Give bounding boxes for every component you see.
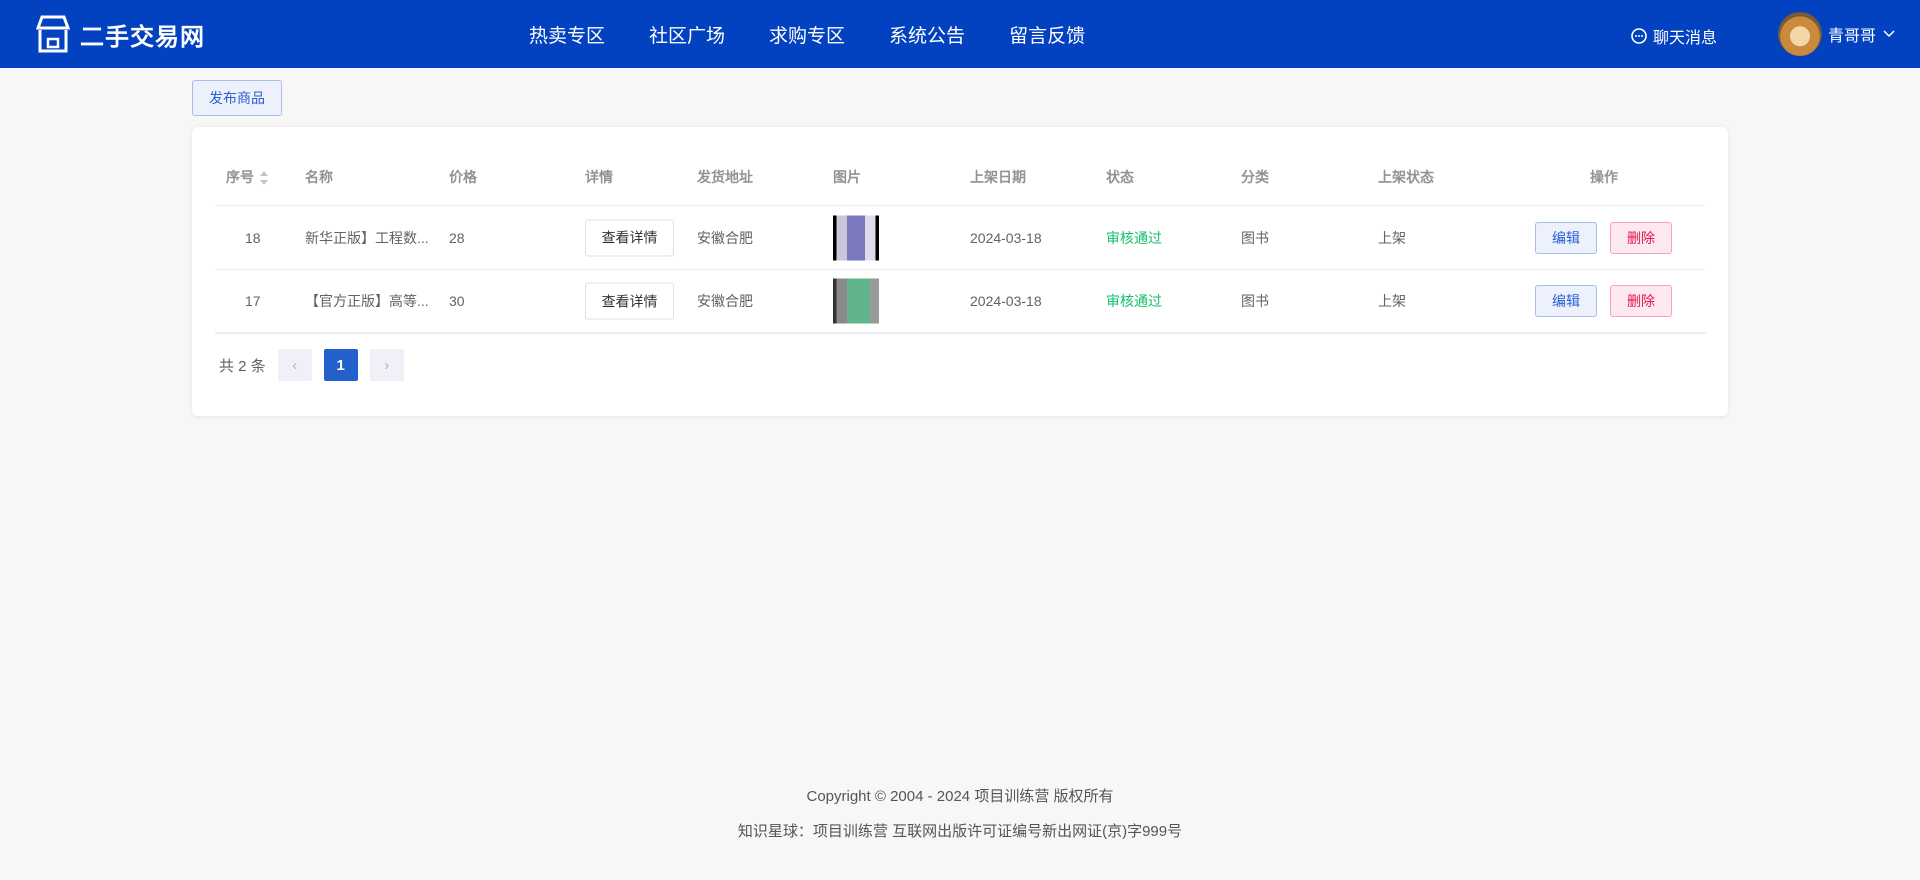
row-price: 28 [449, 229, 465, 246]
col-id-header[interactable]: 序号 [226, 167, 268, 187]
top-nav-bar: 二手交易网 热卖专区 社区广场 求购专区 系统公告 留言反馈 聊天消息 青哥哥 [0, 0, 1920, 68]
page-1-button[interactable]: 1 [323, 349, 358, 381]
table-header: 序号 名称 价格 详情 发货地址 图片 上架日期 状态 分类 上架状态 操作 [215, 149, 1706, 206]
col-id-label: 序号 [226, 169, 254, 185]
col-category-header: 分类 [1241, 169, 1269, 185]
col-image-header: 图片 [833, 169, 861, 185]
col-detail-header: 详情 [585, 169, 613, 185]
total-count: 共 2 条 [219, 357, 266, 375]
site-name: 二手交易网 [80, 23, 205, 51]
row-name: 新华正版】工程数... [305, 229, 429, 246]
row-name: 【官方正版】高等... [305, 293, 429, 309]
chevron-down-icon [1883, 30, 1895, 38]
nav-feedback[interactable]: 留言反馈 [1009, 21, 1085, 48]
view-detail-button[interactable]: 查看详情 [585, 219, 674, 256]
footer-license: 知识星球：项目训练营 互联网出版许可证编号新出网证(京)字999号 [737, 823, 1183, 840]
col-shelf-header: 上架状态 [1378, 169, 1434, 185]
col-name-header: 名称 [305, 169, 333, 185]
row-address: 安徽合肥 [697, 229, 753, 246]
footer-copyright: Copyright © 2004 - 2024 项目训练营 版权所有 [806, 788, 1114, 805]
user-menu[interactable]: 青哥哥 [1778, 12, 1896, 56]
store-icon [35, 15, 71, 53]
row-category: 图书 [1241, 229, 1269, 246]
col-price-header: 价格 [449, 169, 477, 185]
edit-button[interactable]: 编辑 [1535, 221, 1597, 254]
col-address-header: 发货地址 [697, 169, 753, 185]
row-status: 审核通过 [1106, 229, 1162, 246]
row-price: 30 [449, 293, 465, 309]
row-shelf-status: 上架 [1378, 293, 1406, 309]
main-nav: 热卖专区 社区广场 求购专区 系统公告 留言反馈 [529, 0, 1085, 68]
col-date-header: 上架日期 [970, 169, 1026, 185]
next-page-button[interactable]: › [369, 349, 404, 381]
col-actions-header: 操作 [1590, 169, 1618, 185]
delete-button[interactable]: 删除 [1610, 285, 1672, 317]
row-shelf-status: 上架 [1378, 229, 1406, 246]
logo[interactable]: 二手交易网 [34, 14, 205, 54]
table-row: 17 【官方正版】高等... 30 查看详情 安徽合肥 2024-03-18 审… [215, 270, 1706, 334]
col-status-header: 状态 [1106, 169, 1134, 185]
item-thumbnail[interactable] [833, 215, 879, 260]
row-date: 2024-03-18 [970, 293, 1042, 309]
row-category: 图书 [1241, 293, 1269, 309]
row-id: 18 [245, 229, 261, 246]
sort-icon[interactable] [260, 171, 268, 186]
items-table: 序号 名称 价格 详情 发货地址 图片 上架日期 状态 分类 上架状态 操作 1… [215, 149, 1706, 334]
chat-messages-link[interactable]: 聊天消息 [1630, 24, 1717, 48]
edit-button[interactable]: 编辑 [1535, 285, 1597, 317]
delete-button[interactable]: 删除 [1610, 221, 1672, 254]
nav-wanted[interactable]: 求购专区 [769, 21, 845, 48]
nav-announcements[interactable]: 系统公告 [889, 21, 965, 48]
items-card: 序号 名称 价格 详情 发货地址 图片 上架日期 状态 分类 上架状态 操作 1… [192, 127, 1728, 416]
nav-community[interactable]: 社区广场 [649, 21, 725, 48]
pagination: 共 2 条 ‹ 1 › [219, 349, 404, 381]
row-date: 2024-03-18 [970, 229, 1042, 246]
row-id: 17 [245, 293, 261, 309]
user-name: 青哥哥 [1828, 28, 1877, 45]
table-row: 18 新华正版】工程数... 28 查看详情 安徽合肥 2024-03-18 审… [215, 206, 1706, 270]
publish-item-button[interactable]: 发布商品 [192, 80, 282, 116]
item-thumbnail[interactable] [833, 278, 879, 324]
nav-hot-sale[interactable]: 热卖专区 [529, 21, 605, 48]
row-status: 审核通过 [1106, 293, 1162, 309]
view-detail-button[interactable]: 查看详情 [585, 282, 674, 320]
row-address: 安徽合肥 [697, 293, 753, 309]
chat-icon [1631, 28, 1647, 44]
prev-page-button[interactable]: ‹ [277, 349, 312, 381]
avatar [1778, 12, 1822, 56]
chat-label: 聊天消息 [1653, 30, 1718, 47]
